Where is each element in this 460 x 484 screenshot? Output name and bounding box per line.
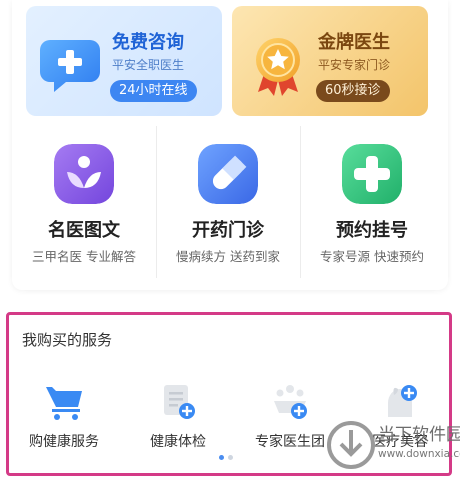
leaf-person-icon [54,144,114,204]
appointment-label: 预约挂号 [336,220,408,241]
free-consult-card[interactable]: 免费咨询 平安全职医生 24小时在线 [26,6,222,116]
buy-health-service-label: 购健康服务 [29,434,99,450]
page-dot-active [219,455,224,460]
free-consult-subtitle: 平安全职医生 [112,58,185,72]
free-consult-pill: 24小时在线 [110,80,197,102]
checkup-clipboard-icon [164,385,195,419]
page-dot [228,455,233,460]
appointment-tile[interactable]: 预约挂号 专家号源 快速预约 [300,130,444,280]
section-title: 我购买的服务 [22,331,113,349]
gold-doctor-subtitle: 平安专家门诊 [318,58,391,72]
pill-capsule-icon [198,144,258,204]
doctor-team-icon [274,385,307,419]
prescription-desc: 慢病续方 送药到家 [176,249,280,264]
watermark-name: 当下软件园 [378,425,460,445]
gold-doctor-pill: 60秒接诊 [316,80,390,102]
free-consult-title: 免费咨询 [112,32,184,53]
gold-medal-icon [256,38,300,96]
gold-doctor-card[interactable]: 金牌医生 平安专家门诊 60秒接诊 [232,6,428,116]
famous-doctor-tile[interactable]: 名医图文 三甲名医 专业解答 [12,130,156,280]
prescription-label: 开药门诊 [192,220,264,241]
appointment-desc: 专家号源 快速预约 [320,249,424,264]
watermark-url: www.downxia.com [378,448,460,460]
page-indicator [219,455,243,461]
buy-health-service-item[interactable]: 购健康服务 [9,369,119,450]
shopping-cart-icon [46,387,82,420]
famous-doctor-label: 名医图文 [48,220,120,241]
chat-plus-icon [40,40,100,92]
prescription-tile[interactable]: 开药门诊 慢病续方 送药到家 [156,130,300,280]
watermark: 当下软件园 www.downxia.com [326,414,460,480]
health-checkup-label: 健康体检 [150,434,206,450]
health-checkup-item[interactable]: 健康体检 [123,369,233,450]
medical-cross-icon [342,144,402,204]
famous-doctor-desc: 三甲名医 专业解答 [32,249,136,264]
gold-doctor-title: 金牌医生 [318,32,390,53]
downxia-logo-icon [327,421,375,469]
